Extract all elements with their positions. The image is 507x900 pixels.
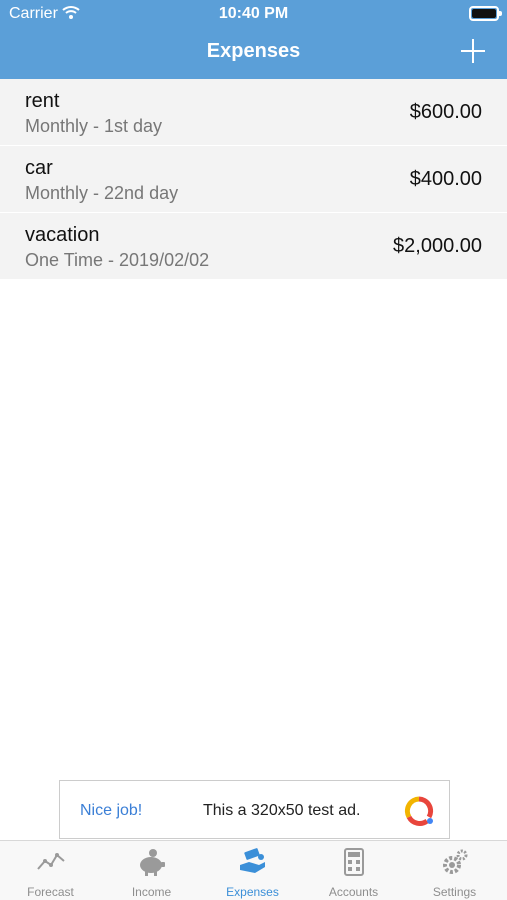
tab-label: Forecast <box>27 885 74 899</box>
expense-schedule: One Time - 2019/02/02 <box>25 250 210 270</box>
tab-expenses[interactable]: Expenses <box>202 841 303 900</box>
status-bar: Carrier 10:40 PM <box>0 0 507 30</box>
page-title: Expenses <box>206 40 301 62</box>
gear-icon <box>443 849 468 874</box>
ad-text: This a 320x50 test ad. <box>203 802 361 819</box>
tab-label: Settings <box>432 885 477 899</box>
tab-label: Expenses <box>226 885 279 899</box>
tab-label: Accounts <box>328 885 379 899</box>
expense-schedule: Monthly - 1st day <box>25 116 163 136</box>
expense-name: rent <box>25 90 60 112</box>
expense-schedule: Monthly - 22nd day <box>25 183 179 203</box>
expense-name: car <box>25 157 53 179</box>
tab-label: Income <box>131 885 172 899</box>
expense-row-rent[interactable]: rent Monthly - 1st day $600.00 <box>0 79 507 146</box>
expense-row-vacation[interactable]: vacation One Time - 2019/02/02 $2,000.00 <box>0 213 507 280</box>
expense-list: rent Monthly - 1st day $600.00 car Month… <box>0 79 507 280</box>
nav-header: Carrier 10:40 PM Expenses <box>0 0 507 79</box>
hand-money-icon <box>240 848 265 873</box>
expense-name: vacation <box>25 224 100 246</box>
tab-bar: Forecast Income Expenses Accounts Settin… <box>0 840 507 900</box>
expense-amount: $400.00 <box>409 168 482 190</box>
test-ad-banner[interactable]: Nice job! This a 320x50 test ad. <box>59 780 450 839</box>
tab-accounts[interactable]: Accounts <box>303 841 404 900</box>
tab-forecast[interactable]: Forecast <box>0 841 101 900</box>
piggy-bank-icon <box>140 849 165 876</box>
calculator-icon <box>344 848 364 876</box>
status-time: 10:40 PM <box>218 5 289 22</box>
line-chart-icon <box>37 853 65 870</box>
ad-network-logo-icon <box>404 796 434 826</box>
expense-row-car[interactable]: car Monthly - 22nd day $400.00 <box>0 146 507 213</box>
tab-income[interactable]: Income <box>101 841 202 900</box>
ad-headline: Nice job! <box>80 802 143 819</box>
tab-settings[interactable]: Settings <box>404 841 505 900</box>
expense-amount: $600.00 <box>409 101 482 123</box>
expense-amount: $2,000.00 <box>393 235 482 257</box>
add-expense-button[interactable] <box>461 39 485 63</box>
battery-icon <box>469 6 502 21</box>
